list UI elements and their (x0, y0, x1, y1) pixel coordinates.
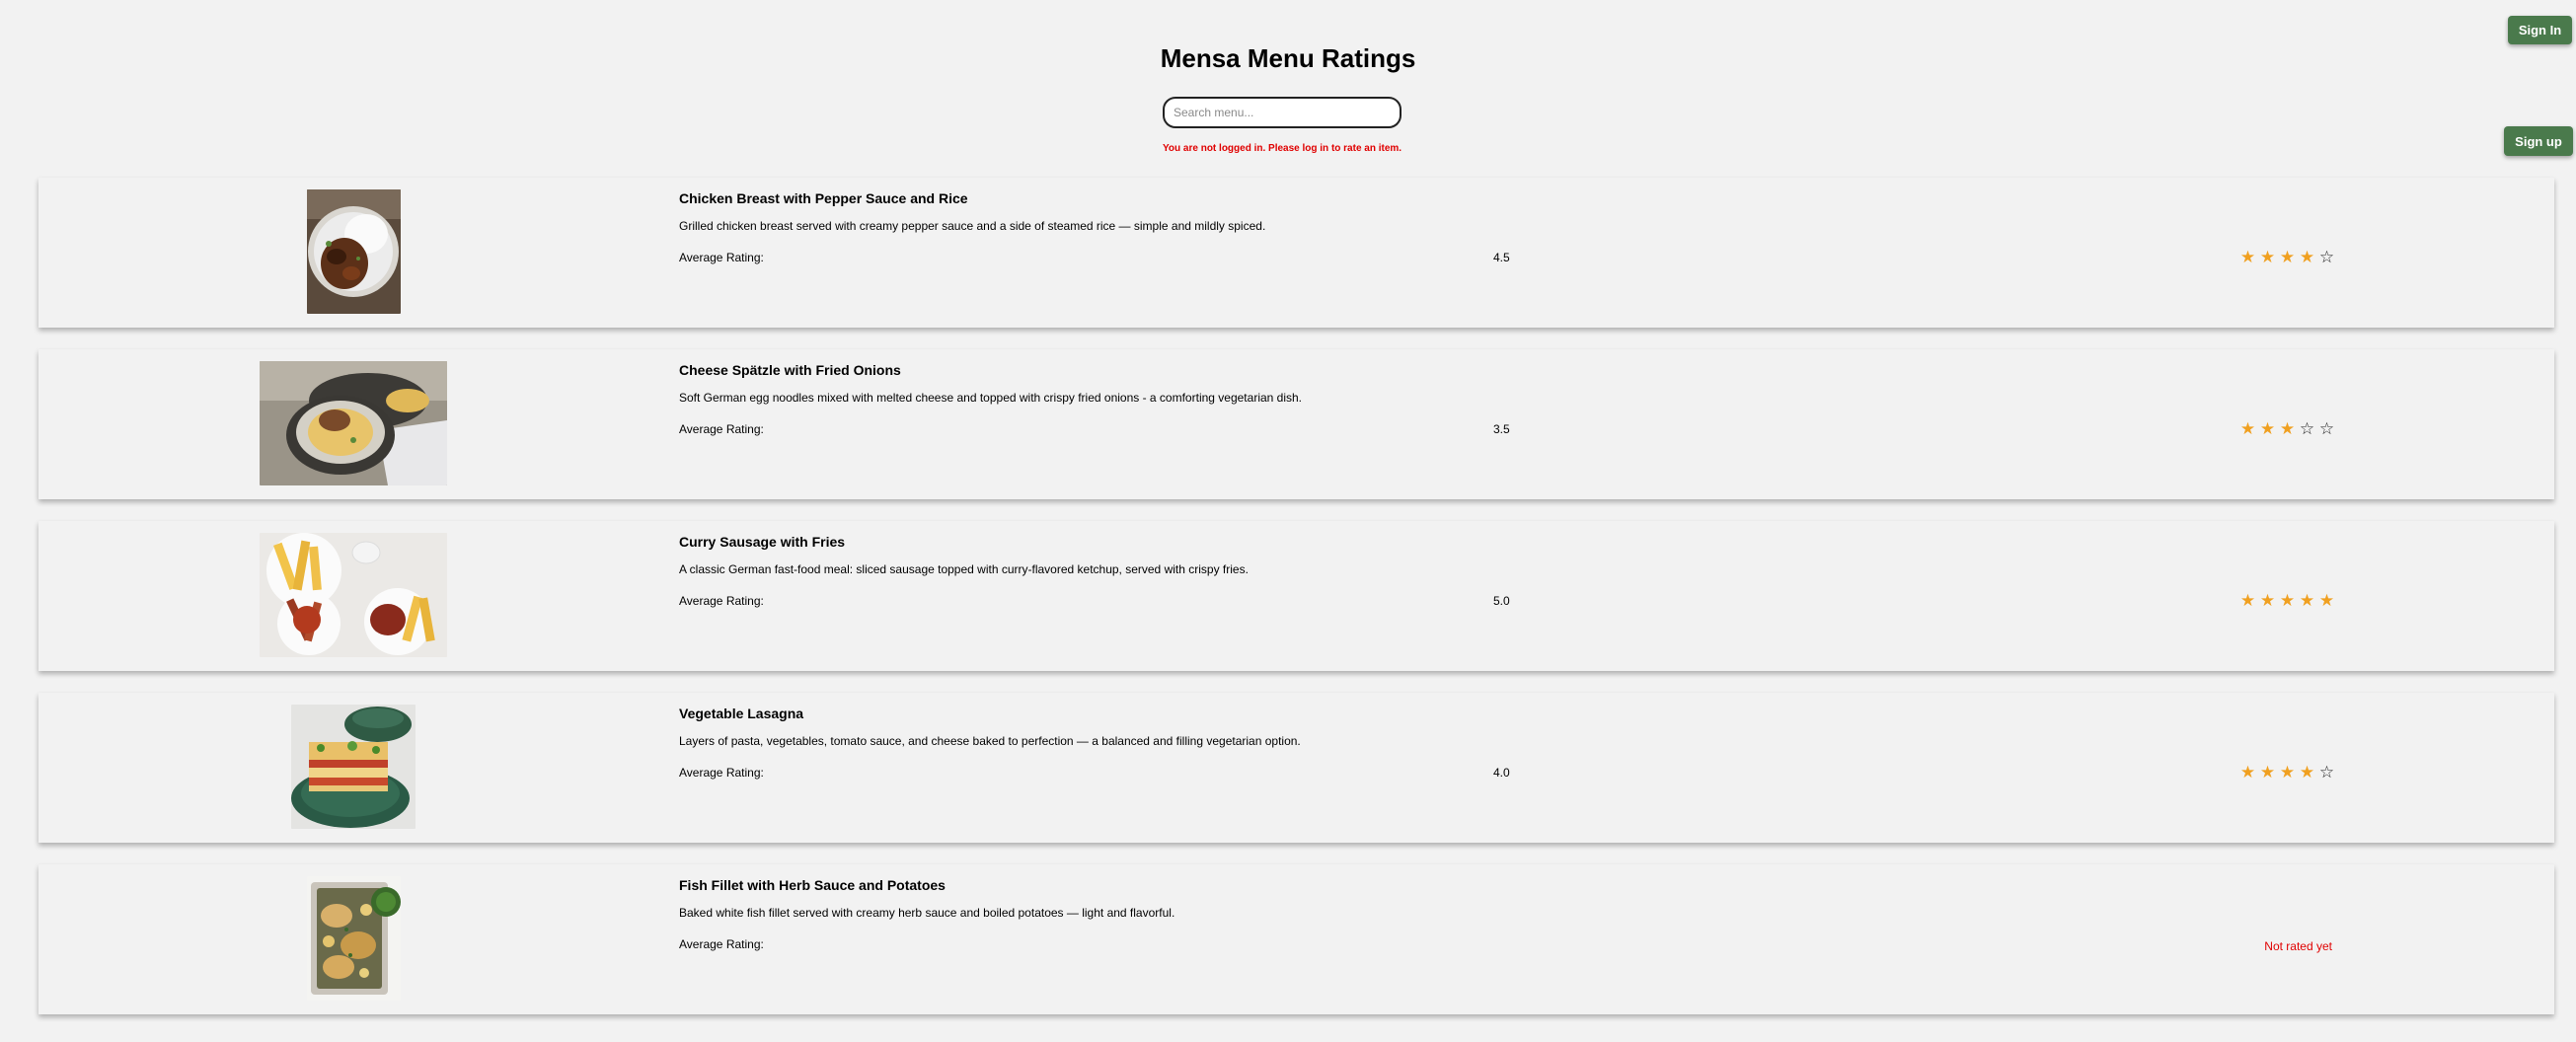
star-filled-icon: ★ (2259, 248, 2276, 266)
menu-item-name: Curry Sausage with Fries (679, 534, 846, 550)
star-filled-icon: ★ (2259, 763, 2276, 782)
star-empty-icon: ☆ (2299, 419, 2315, 438)
average-rating-value: 4.0 (1493, 766, 1510, 780)
menu-item-name: Chicken Breast with Pepper Sauce and Ric… (679, 190, 968, 206)
menu-item-description: A classic German fast-food meal: sliced … (679, 562, 1249, 576)
menu-item-name: Fish Fillet with Herb Sauce and Potatoes (679, 877, 946, 893)
star-empty-icon: ☆ (2318, 763, 2335, 782)
menu-item-description: Baked white fish fillet served with crea… (679, 906, 1175, 920)
average-rating-label: Average Rating: (679, 422, 764, 436)
average-rating-value: 4.5 (1493, 251, 1510, 264)
average-rating-label: Average Rating: (679, 251, 764, 264)
star-filled-icon: ★ (2299, 248, 2315, 266)
menu-item-name: Vegetable Lasagna (679, 706, 804, 721)
star-rating: ★ ★ ★ ★ ★ (2239, 592, 2335, 609)
average-rating-value: 3.5 (1493, 422, 1510, 436)
star-filled-icon: ★ (2239, 763, 2256, 782)
spaetzle-photo (260, 361, 447, 485)
lasagna-photo (291, 705, 416, 829)
star-filled-icon: ★ (2299, 763, 2315, 782)
menu-item-card: Vegetable Lasagna Layers of pasta, veget… (38, 693, 2554, 843)
star-filled-icon: ★ (2299, 591, 2315, 610)
star-filled-icon: ★ (2279, 763, 2296, 782)
star-empty-icon: ☆ (2318, 419, 2335, 438)
star-rating: ★ ★ ★ ★ ☆ (2239, 764, 2335, 781)
sign-in-button[interactable]: Sign In (2508, 16, 2572, 44)
star-filled-icon: ★ (2239, 591, 2256, 610)
star-filled-icon: ★ (2239, 419, 2256, 438)
menu-item-name: Cheese Spätzle with Fried Onions (679, 362, 901, 378)
average-rating-value: 5.0 (1493, 594, 1510, 608)
sign-up-button[interactable]: Sign up (2504, 126, 2573, 156)
menu-item-description: Soft German egg noodles mixed with melte… (679, 391, 1303, 405)
average-rating-label: Average Rating: (679, 594, 764, 608)
star-filled-icon: ★ (2239, 248, 2256, 266)
star-filled-icon: ★ (2279, 248, 2296, 266)
average-rating-label: Average Rating: (679, 766, 764, 780)
menu-item-card: Chicken Breast with Pepper Sauce and Ric… (38, 178, 2554, 328)
star-filled-icon: ★ (2259, 419, 2276, 438)
fish-potatoes-photo (307, 876, 401, 1001)
chicken-rice-photo (307, 189, 401, 314)
average-rating-label: Average Rating: (679, 937, 764, 951)
currywurst-photo (260, 533, 447, 657)
star-filled-icon: ★ (2279, 419, 2296, 438)
menu-item-card: Cheese Spätzle with Fried Onions Soft Ge… (38, 349, 2554, 499)
star-rating: ★ ★ ★ ☆ ☆ (2239, 420, 2335, 437)
star-rating: ★ ★ ★ ★ ☆ (2239, 249, 2335, 265)
login-warning: You are not logged in. Please log in to … (1163, 143, 1402, 154)
menu-item-card: Curry Sausage with Fries A classic Germa… (38, 521, 2554, 671)
menu-item-card: Fish Fillet with Herb Sauce and Potatoes… (38, 864, 2554, 1014)
star-empty-icon: ☆ (2318, 248, 2335, 266)
not-rated-status: Not rated yet (2264, 939, 2332, 953)
star-filled-icon: ★ (2318, 591, 2335, 610)
menu-item-description: Layers of pasta, vegetables, tomato sauc… (679, 734, 1301, 748)
star-filled-icon: ★ (2259, 591, 2276, 610)
search-input[interactable] (1163, 97, 1402, 128)
menu-item-description: Grilled chicken breast served with cream… (679, 219, 1266, 233)
star-filled-icon: ★ (2279, 591, 2296, 610)
page-title: Mensa Menu Ratings (1160, 43, 1416, 73)
